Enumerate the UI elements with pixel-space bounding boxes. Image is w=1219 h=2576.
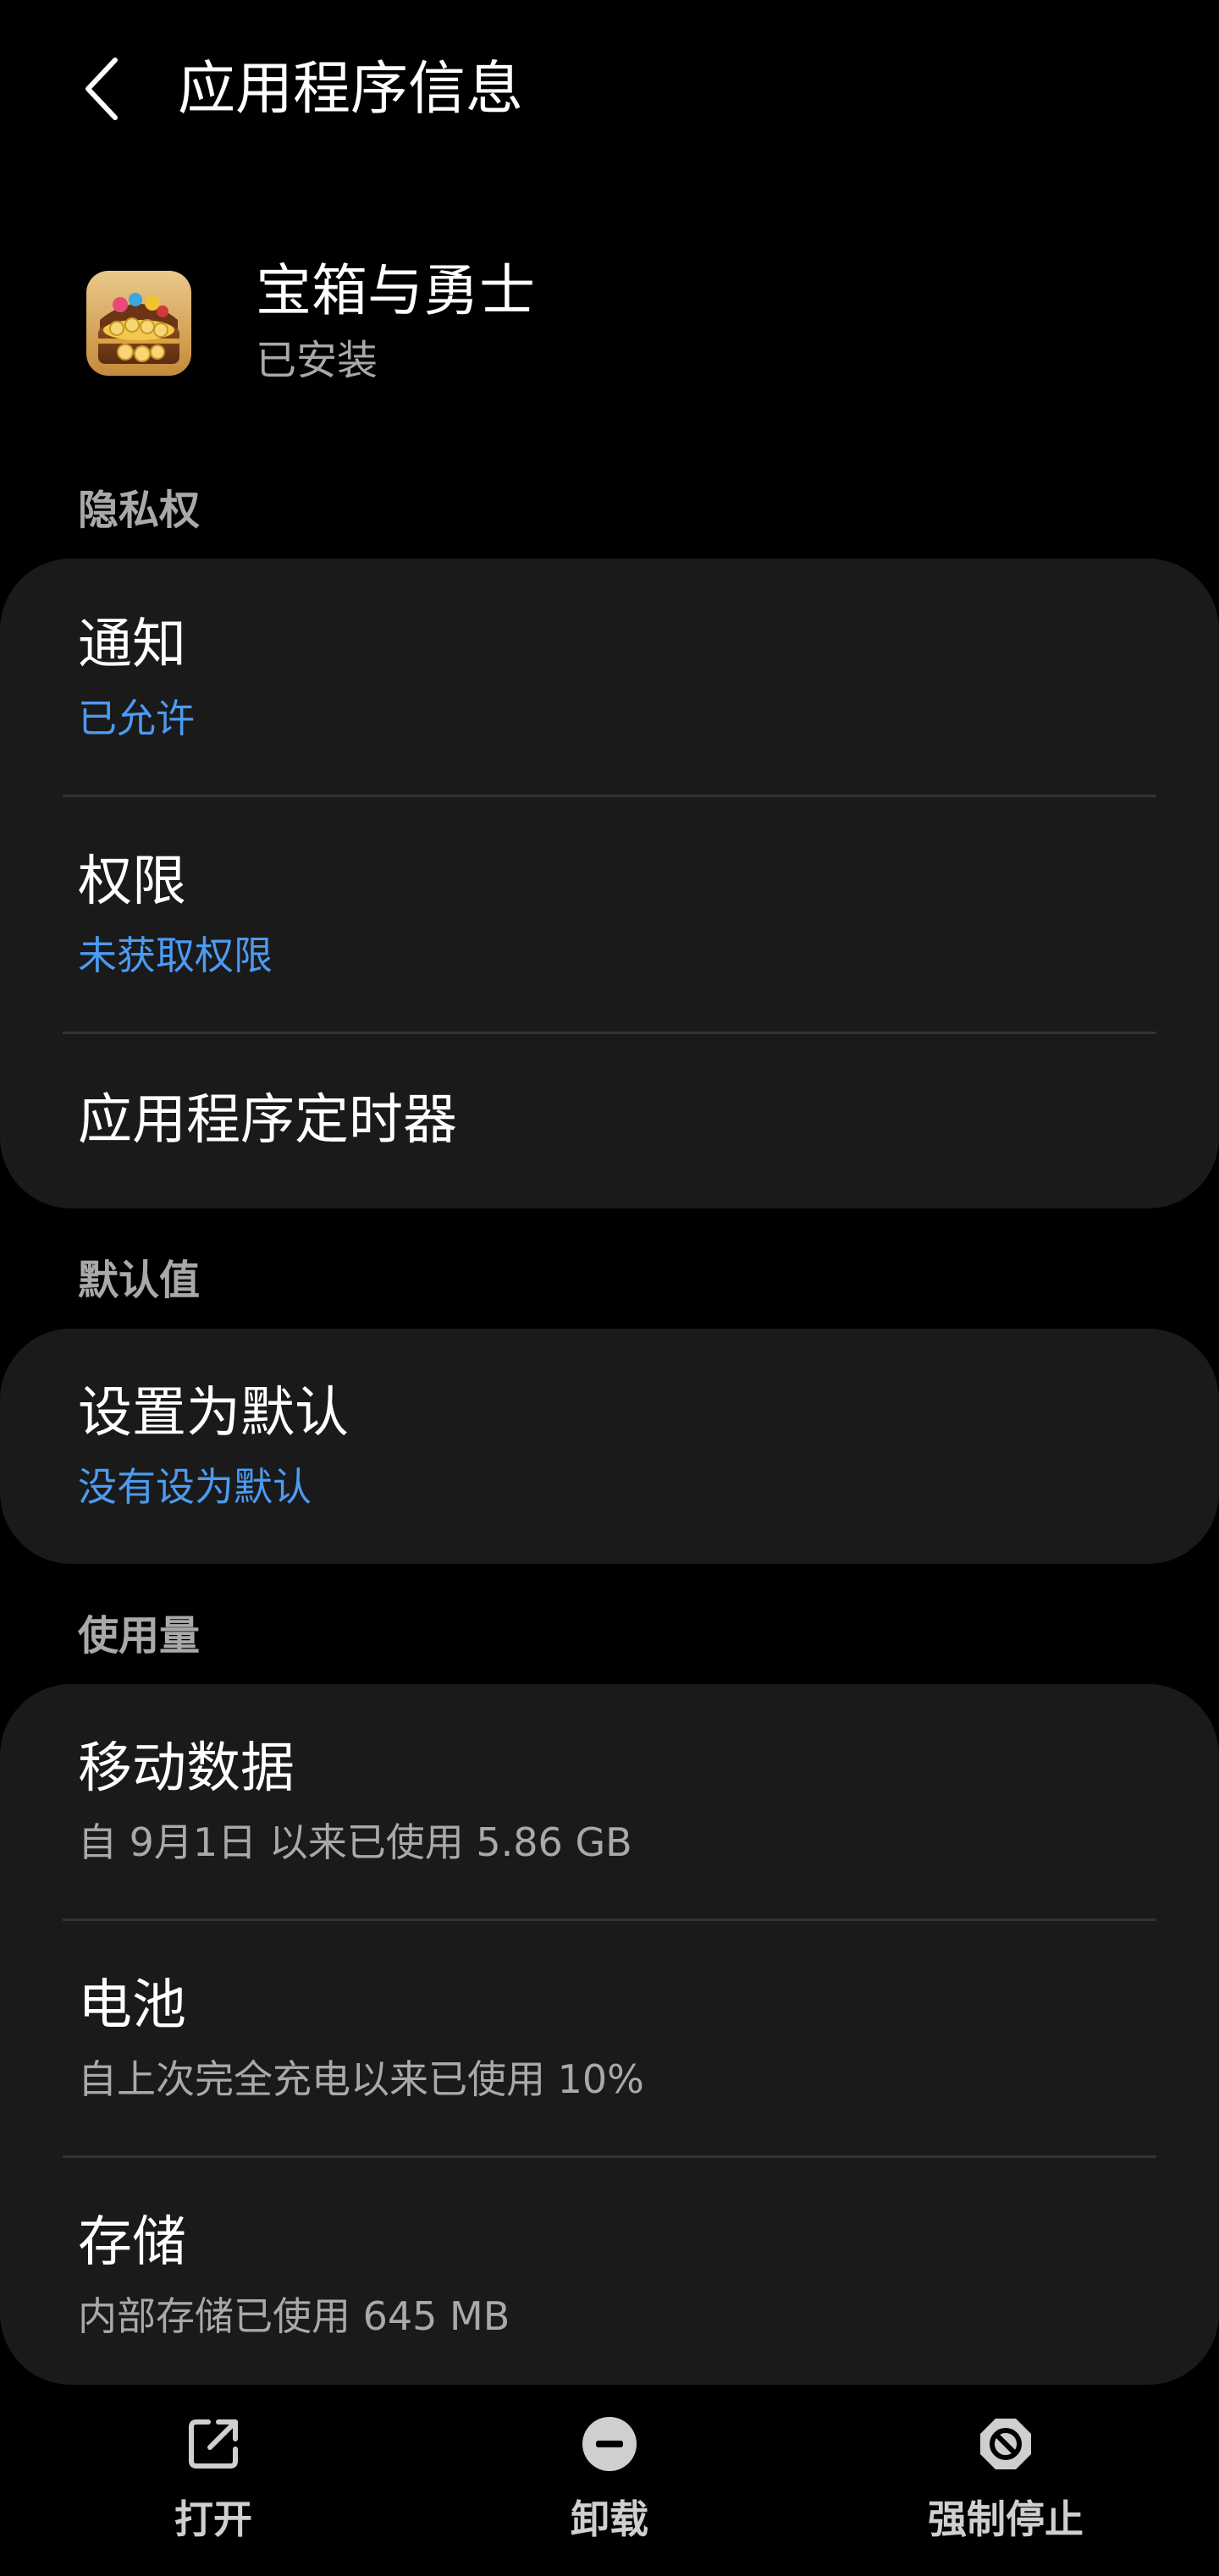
section-label-defaults: 默认值: [78, 1257, 201, 1304]
list-item-mobile-data[interactable]: 移动数据 自 9月1日 以来已使用 5.86 GB: [0, 1684, 1219, 1921]
bottom-action-bar: 打开 卸载 强制停止: [0, 2386, 1219, 2576]
item-title: 权限: [78, 850, 186, 913]
app-bar: 应用程序信息: [0, 0, 1219, 178]
open-button[interactable]: 打开: [86, 2410, 340, 2562]
list-item-notifications[interactable]: 通知 已允许: [0, 559, 1219, 797]
force-stop-label: 强制停止: [928, 2496, 1084, 2542]
item-title: 通知: [78, 614, 186, 676]
page-title: 应用程序信息: [178, 56, 524, 123]
section-label-usage: 使用量: [78, 1612, 201, 1660]
item-title: 电池: [78, 1974, 186, 2037]
list-item-app-timer[interactable]: 应用程序定时器: [0, 1034, 1219, 1208]
force-stop-button[interactable]: 强制停止: [879, 2410, 1133, 2562]
list-item-set-as-default[interactable]: 设置为默认 没有设为默认: [0, 1329, 1219, 1564]
list-item-battery[interactable]: 电池 自上次完全充电以来已使用 10%: [0, 1921, 1219, 2158]
open-label: 打开: [174, 2496, 252, 2542]
item-subtitle: 自 9月1日 以来已使用 5.86 GB: [78, 1819, 632, 1865]
uninstall-label: 卸载: [571, 2496, 648, 2542]
privacy-card: 通知 已允许 权限 未获取权限 应用程序定时器: [0, 559, 1219, 1208]
app-info-header: 宝箱与勇士 已安装: [0, 245, 1219, 415]
block-circle-icon: [972, 2410, 1040, 2478]
usage-card: 移动数据 自 9月1日 以来已使用 5.86 GB 电池 自上次完全充电以来已使…: [0, 1684, 1219, 2385]
list-item-storage[interactable]: 存储 内部存储已使用 645 MB: [0, 2158, 1219, 2385]
item-subtitle: 没有设为默认: [78, 1464, 312, 1510]
item-title: 设置为默认: [78, 1382, 349, 1445]
item-subtitle: 未获取权限: [78, 933, 273, 978]
back-button[interactable]: [68, 51, 135, 127]
open-external-icon: [179, 2410, 247, 2478]
uninstall-button[interactable]: 卸载: [483, 2410, 736, 2562]
app-name: 宝箱与勇士: [256, 258, 535, 323]
chevron-left-icon: [85, 58, 118, 120]
item-title: 移动数据: [78, 1737, 295, 1800]
minus-circle-icon: [576, 2410, 643, 2478]
item-subtitle: 已允许: [78, 696, 195, 741]
list-item-permissions[interactable]: 权限 未获取权限: [0, 797, 1219, 1034]
item-subtitle: 自上次完全充电以来已使用 10%: [78, 2056, 644, 2102]
treasure-chest-app-icon: [86, 271, 191, 376]
item-title: 存储: [78, 2211, 186, 2274]
app-install-status: 已安装: [256, 337, 378, 384]
defaults-card: 设置为默认 没有设为默认: [0, 1329, 1219, 1564]
item-title: 应用程序定时器: [78, 1089, 457, 1152]
section-label-privacy: 隐私权: [78, 487, 201, 534]
item-subtitle: 内部存储已使用 645 MB: [78, 2293, 510, 2339]
